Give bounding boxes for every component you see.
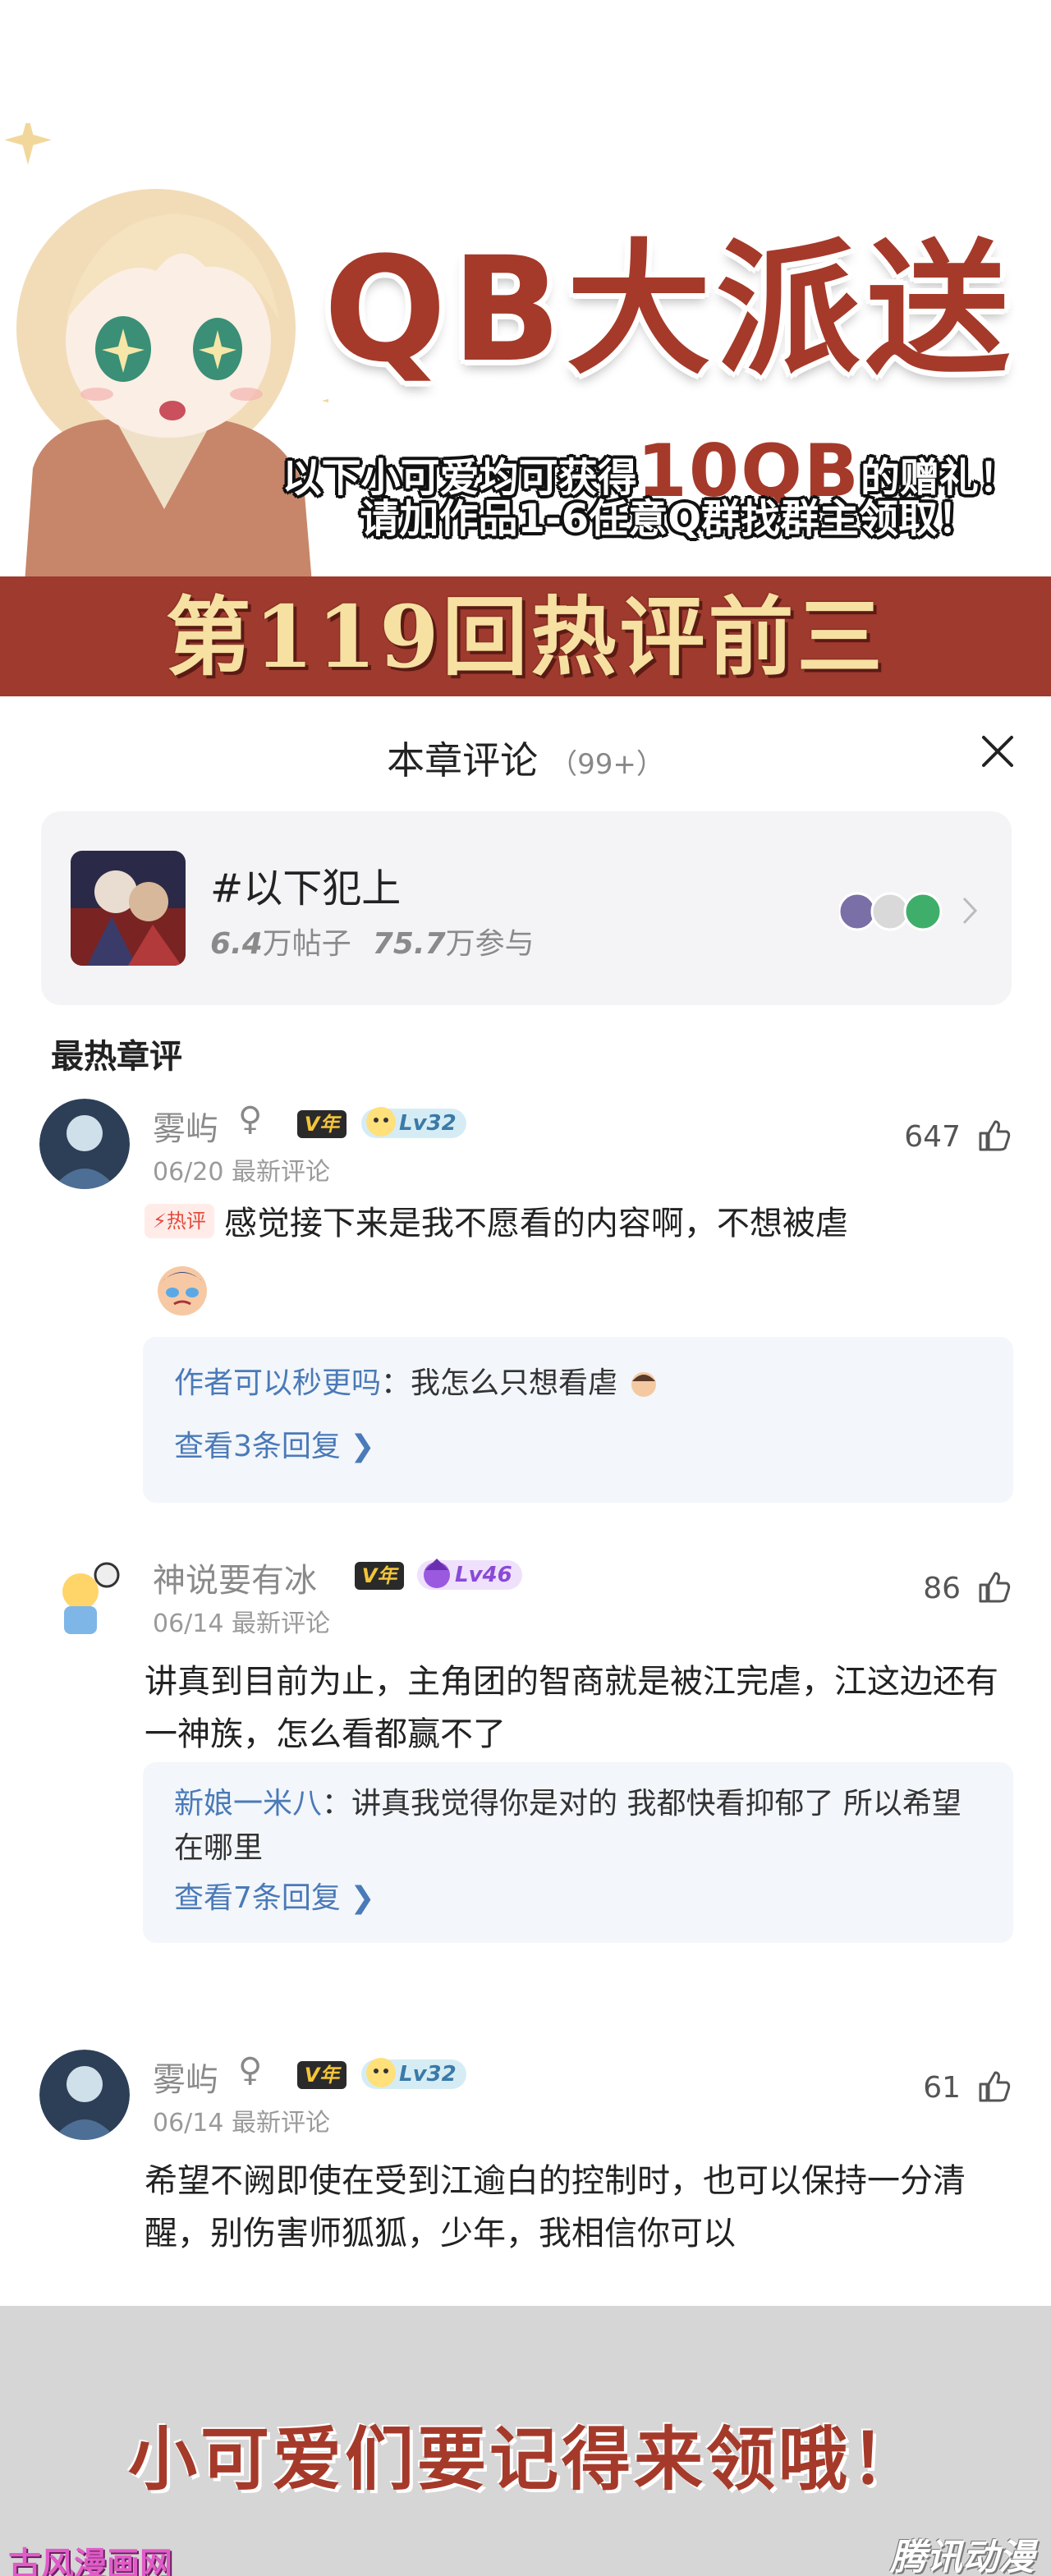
topic-participants-count: 75.7 [372,927,446,961]
topic-stats: 6.4万帖子 75.7万参与 [210,920,535,962]
emoji-icon [631,1372,656,1397]
level-mascot-icon [424,1559,450,1588]
level-mascot-icon [366,1107,396,1136]
reply-preview[interactable]: 作者可以秒更吗：我怎么只想看虐 查看3条回复 ❯ [143,1337,1013,1503]
comment-body: 感觉接下来是我不愿看的内容啊，不想被虐 [223,1205,848,1242]
level-badge: Lv32 [361,2058,466,2089]
avatar[interactable] [39,1550,130,1641]
reply-separator: ： [381,1366,411,1400]
like-count: 61 [923,2071,961,2105]
section-title-hot-comments: 最热章评 [51,1038,182,1076]
level-text: Lv46 [455,1563,512,1587]
reply-separator: ： [322,1787,352,1821]
reply-author[interactable]: 新娘一米八 [174,1787,322,1821]
comment-date: 06/20 最新评论 [153,1158,330,1187]
level-text: Lv32 [399,1111,457,1136]
avatar[interactable] [39,1099,130,1189]
comment-date: 06/14 最新评论 [153,1609,330,1638]
comment-item: 神说要有冰 V年 Lv46 06/14 最新评论 86 讲真到目前为止，主角团的… [0,1550,1051,1943]
view-replies-link[interactable]: 查看3条回复 ❯ [174,1422,375,1465]
comment-item: 雾屿 ♀ V年 Lv32 06/20 最新评论 647 ⚡热评 感觉接下来是我不愿… [0,1099,1051,1503]
panel-header: 本章评论 （99+） [0,696,1051,803]
reply-text: 我怎么只想看虐 [411,1366,618,1400]
thumbs-up-icon[interactable] [975,2068,1012,2104]
panel-title: 本章评论 （99+） [0,731,1051,785]
qb-promo-title: QB大派送 [324,226,1015,394]
level-badge: Lv32 [361,1107,466,1138]
comment-count: （99+） [549,748,664,781]
level-mascot-icon [366,2058,396,2087]
comment-text: 希望不阙即使在受到江逾白的控制时，也可以保持一分清醒，别伤害师狐狐，少年，我相信… [145,2162,966,2252]
comment-panel: 本章评论 （99+） #以下犯上 6.4万帖子 75.7万参与 最热章评 雾屿 … [0,696,1051,2306]
topic-posts-count: 6.4 [210,927,263,961]
panel-title-text: 本章评论 [387,738,539,783]
promo-banner: QB大派送 以下小可爱均可获得10QB的赠礼！ 请加作品1-6任意Q群找群主领取… [0,0,1051,698]
participant-avatars [839,892,943,931]
footer-reminder: 小可爱们要记得来领哦！ [127,2419,923,2500]
like-count: 647 [904,1120,961,1154]
reply-text-line: 作者可以秒更吗：我怎么只想看虐 [174,1361,987,1406]
crying-emoji-icon [158,1266,207,1316]
comment-username[interactable]: 神说要有冰 [153,1554,317,1601]
level-badge: Lv46 [417,1559,522,1590]
vip-badge: V年 [297,2061,347,2089]
vip-badge: V年 [355,1562,404,1590]
comment-username[interactable]: 雾屿 [153,1102,218,1150]
topic-posts-unit: 万帖子 [262,927,351,961]
topic-name: #以下犯上 [210,866,402,911]
view-replies-link[interactable]: 查看7条回复 ❯ [174,1874,375,1917]
promo-subtitle-post: 的赠礼！ [860,455,1018,501]
avatar[interactable] [39,2050,130,2140]
footer-banner: 小可爱们要记得来领哦！ 古风漫画网 腾讯动漫 [0,2306,1051,2576]
comment-text: ⚡热评 感觉接下来是我不愿看的内容啊，不想被虐 [145,1197,1007,1250]
comment-text: 讲真到目前为止，主角团的智商就是被江完虐，江这边还有一神族，怎么看都赢不了 [145,1663,998,1753]
vip-badge: V年 [297,1110,347,1138]
watermark-left: 古风漫画网 [8,2546,172,2576]
reply-preview[interactable]: 新娘一米八：讲真我觉得你是对的 我都快看抑郁了 所以希望在哪里 查看7条回复 ❯ [143,1762,1013,1943]
gender-female-icon: ♀ [238,2051,263,2089]
topic-card[interactable]: #以下犯上 6.4万帖子 75.7万参与 [41,811,1012,1005]
level-text: Lv32 [399,2062,457,2087]
thumbs-up-icon[interactable] [975,1117,1012,1153]
comment-date: 06/14 最新评论 [153,2109,330,2137]
thumbs-up-icon[interactable] [975,1568,1012,1605]
promo-subtitle-line2: 请加作品1-6任意Q群找群主领取！ [360,496,977,542]
promo-subtitle-pre: 以下小可爱均可获得 [282,455,637,501]
comment-username[interactable]: 雾屿 [153,2053,218,2101]
close-icon[interactable] [977,731,1018,772]
chapter-banner-title: 第119回热评前三 [165,586,886,687]
topic-participants-unit: 万参与 [445,927,535,961]
topic-cover-image [71,851,186,966]
comment-item: 雾屿 ♀ V年 Lv32 06/14 最新评论 61 希望不阙即使在受到江逾白的… [0,2050,1051,2296]
hot-comment-tag: ⚡热评 [145,1204,214,1239]
chevron-right-icon [962,897,978,925]
reply-text-line: 新娘一米八：讲真我觉得你是对的 我都快看抑郁了 所以希望在哪里 [174,1782,987,1871]
like-count: 86 [923,1572,961,1605]
reply-author[interactable]: 作者可以秒更吗 [174,1366,381,1400]
watermark-right: 腾讯动漫 [890,2537,1035,2576]
gender-female-icon: ♀ [238,1100,263,1138]
